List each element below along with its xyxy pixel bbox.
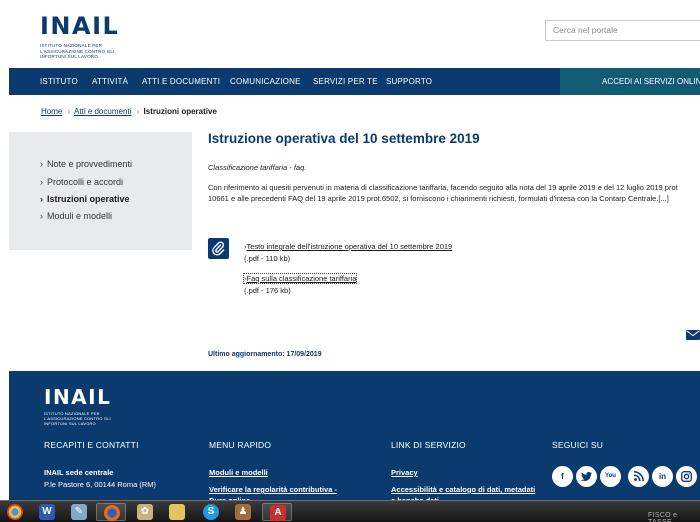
breadcrumb-current: Istruzioni operative <box>143 107 217 116</box>
breadcrumb: Home › Atti e documenti › Istruzioni ope… <box>41 107 217 116</box>
nav-item-comunicazione[interactable]: COMUNICAZIONE <box>230 68 301 95</box>
attachment-link-testo-integrale[interactable]: ›Testo integrale dell'istruzione operati… <box>244 242 452 251</box>
footer-link-accessibilita[interactable]: Accessibilità e catalogo di dati, metada… <box>391 485 535 494</box>
logo-wordmark: INAIL <box>40 12 120 40</box>
linkedin-icon[interactable]: in <box>652 466 673 487</box>
taskbar-word[interactable]: W <box>32 503 62 521</box>
site-header: INAIL Istituto nazionale per l'assicuraz… <box>0 0 700 68</box>
footer-inail-logo[interactable]: INAIL Istituto nazionale per l'assicuraz… <box>44 387 134 426</box>
skype-icon: S <box>203 504 219 520</box>
mail-icon[interactable] <box>686 330 700 340</box>
sidebar-item-label: Istruzioni operative <box>47 194 130 204</box>
breadcrumb-separator-icon: › <box>67 107 71 116</box>
chevron-right-icon: › <box>40 194 43 204</box>
attachment-item: ›Testo integrale dell'istruzione operati… <box>244 242 452 263</box>
facebook-icon[interactable]: f <box>552 466 573 487</box>
attachment-link-faq[interactable]: ›Faq sulla classificazione tariffaria <box>242 273 358 284</box>
taskbar-skype[interactable]: S <box>196 503 226 521</box>
sidebar-item-moduli-e-modelli[interactable]: › Moduli e modelli <box>40 211 112 221</box>
footer-link-verifica-regolarita-contributiva[interactable]: Verificare la regolarità contributiva - <box>209 485 337 494</box>
section-sidebar-menu: › Note e provvedimenti › Protocolli e acco… <box>9 132 192 250</box>
nav-item-attivita[interactable]: ATTIVITÀ <box>92 68 128 95</box>
attachment-link-label: Testo integrale dell'istruzione operativ… <box>246 242 453 251</box>
sidebar-item-label: Protocolli e accordi <box>47 177 124 187</box>
twitter-icon[interactable] <box>576 466 597 487</box>
page-subtitle: Classificazione tariffaria - faq. <box>208 163 307 172</box>
nav-item-istituto[interactable]: ISTITUTO <box>40 68 78 95</box>
taskbar-firefox[interactable] <box>96 503 126 521</box>
paperclip-icon <box>208 238 229 259</box>
site-footer: INAIL Istituto nazionale per l'assicuraz… <box>9 371 700 505</box>
folder-icon <box>169 504 185 520</box>
breadcrumb-home[interactable]: Home <box>41 107 62 116</box>
taskbar-paint[interactable]: ✿ <box>130 503 160 521</box>
breadcrumb-separator-icon: › <box>136 107 140 116</box>
online-services-login-button[interactable]: ACCEDI AI SERVIZI ONLINE <box>560 68 700 95</box>
breadcrumb-atti-e-documenti[interactable]: Atti e documenti <box>74 107 131 116</box>
watermark-text: FISCO e TASSE <box>648 512 678 522</box>
footer-heading-contacts: RECAPITI E CONTATTI <box>44 440 139 450</box>
taskbar-pdf-reader[interactable]: A <box>262 503 292 521</box>
page-title: Istruzione operativa del 10 settembre 20… <box>208 131 480 146</box>
taskbar-file-explorer[interactable] <box>162 503 192 521</box>
footer-heading-quick-menu: MENU RAPIDO <box>209 440 272 450</box>
footer-logo-subtitle: Istituto nazionale per l'assicurazione c… <box>44 411 111 426</box>
main-navigation: ISTITUTO ATTIVITÀ ATTI E DOCUMENTI COMUN… <box>9 68 700 95</box>
footer-headquarters-name: INAIL sede centrale <box>44 468 114 477</box>
search-input[interactable]: Cerca nel portale <box>545 20 700 41</box>
sidebar-item-label: Moduli e modelli <box>47 211 113 221</box>
footer-heading-service-links: LINK DI SERVIZIO <box>391 440 466 450</box>
taskbar-chrome[interactable] <box>0 503 30 521</box>
footer-logo-wordmark: INAIL <box>44 385 112 409</box>
chrome-icon <box>7 504 23 520</box>
last-updated-date: Ultimo aggiornamento: 17/09/2019 <box>208 351 322 358</box>
sidebar-item-istruzioni-operative[interactable]: › Istruzioni operative <box>40 194 130 204</box>
nav-item-atti-e-documenti[interactable]: ATTI E DOCUMENTI <box>142 68 220 95</box>
app-icon: ♟ <box>235 504 251 520</box>
paint-icon: ✿ <box>137 504 153 520</box>
sidebar-item-label: Note e provvedimenti <box>47 159 133 169</box>
firefox-icon <box>104 505 120 521</box>
instagram-icon[interactable] <box>676 466 697 487</box>
nav-item-servizi-per-te[interactable]: SERVIZI PER TE <box>313 68 378 95</box>
chevron-right-icon: › <box>40 211 43 221</box>
logo-subtitle: Istituto nazionale per l'assicurazione c… <box>40 43 115 59</box>
chevron-right-icon: › <box>40 159 43 169</box>
taskbar-notepad[interactable]: ✎ <box>64 503 94 521</box>
notepad-icon: ✎ <box>71 504 87 520</box>
inail-logo[interactable]: INAIL Istituto nazionale per l'assicuraz… <box>40 14 140 60</box>
nav-item-supporto[interactable]: SUPPORTO <box>386 68 432 95</box>
footer-headquarters-address: P.le Pastore 6, 00144 Roma (RM) <box>44 480 156 489</box>
chevron-right-icon: › <box>40 177 43 187</box>
youtube-icon[interactable]: You <box>600 466 621 487</box>
rss-icon[interactable] <box>628 466 649 487</box>
footer-heading-social: SEGUICI SU <box>552 440 604 450</box>
attachment-link-label: Faq sulla classificazione tariffaria <box>246 274 357 283</box>
footer-link-privacy[interactable]: Privacy <box>391 468 418 477</box>
attachment-size: (.pdf - 110 kb) <box>244 254 291 263</box>
pdf-icon: A <box>270 505 286 521</box>
document-abstract: Con riferimento ai quesiti pervenuti in … <box>208 183 678 203</box>
sidebar-item-note-e-provvedimenti[interactable]: › Note e provvedimenti <box>40 159 132 169</box>
attachment-item: ›Faq sulla classificazione tariffaria (.… <box>242 273 358 295</box>
footer-link-moduli-e-modelli[interactable]: Moduli e modelli <box>209 468 268 477</box>
os-taskbar: W ✎ ✿ S ♟ A FISCO e TASSE <box>0 500 700 522</box>
word-icon: W <box>39 504 55 520</box>
taskbar-app[interactable]: ♟ <box>228 503 258 521</box>
attachment-size: (.pdf - 176 kb) <box>244 286 291 295</box>
sidebar-item-protocolli-e-accordi[interactable]: › Protocolli e accordi <box>40 177 123 187</box>
